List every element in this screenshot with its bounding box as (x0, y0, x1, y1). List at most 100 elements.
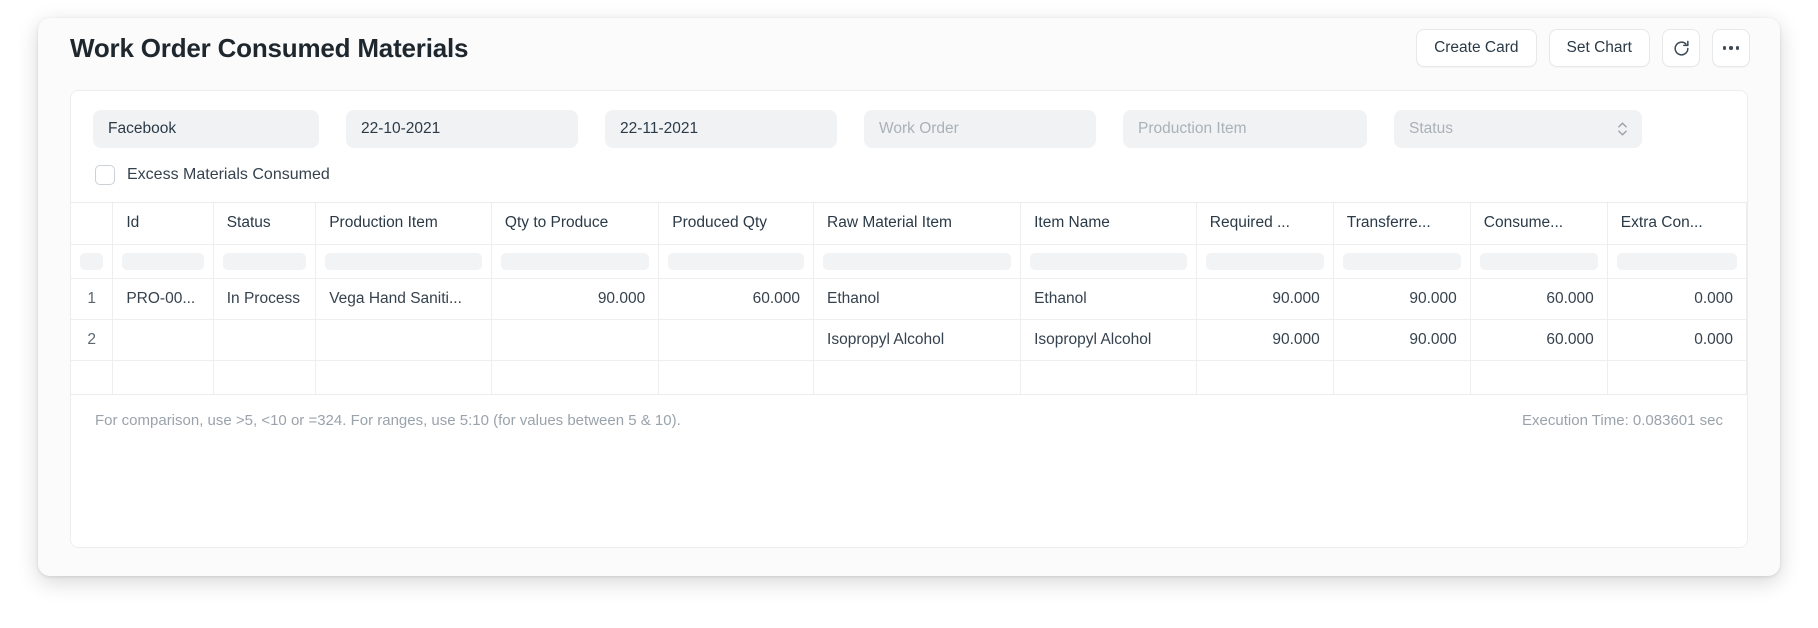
create-card-button[interactable]: Create Card (1416, 29, 1537, 67)
cell-raw-material-item[interactable]: Ethanol (813, 278, 1022, 320)
cell-id[interactable] (112, 319, 214, 361)
col-header-production-item[interactable]: Production Item (315, 203, 492, 245)
col-header-id[interactable]: Id (112, 203, 214, 245)
datatable: Id Status Production Item Qty to Produce… (71, 202, 1747, 394)
comparison-hint: For comparison, use >5, <10 or =324. For… (95, 412, 681, 429)
empty-cell (491, 360, 660, 394)
excess-materials-row: Excess Materials Consumed (71, 148, 1747, 202)
filter-cell-status (213, 244, 317, 279)
cell-item-name[interactable]: Isopropyl Alcohol (1020, 319, 1197, 361)
ellipsis-icon (1722, 46, 1740, 50)
filter-box-id[interactable] (122, 252, 204, 270)
filter-box-item-name[interactable] (1030, 252, 1187, 270)
cell-consumed-qty[interactable]: 60.000 (1470, 278, 1608, 320)
cell-required-qty[interactable]: 90.000 (1196, 278, 1334, 320)
refresh-button[interactable] (1662, 29, 1700, 67)
col-header-extra-consumed[interactable]: Extra Con... (1607, 203, 1747, 245)
filter-cell-id (112, 244, 214, 279)
empty-cell (1196, 360, 1334, 394)
col-header-item-name[interactable]: Item Name (1020, 203, 1197, 245)
cell-qty-to-produce[interactable]: 90.000 (491, 278, 660, 320)
filter-row: Facebook 22-10-2021 22-11-2021 Work Orde… (71, 91, 1747, 148)
row-index-header (71, 203, 114, 245)
table-body: 1 PRO-00... In Process Vega Hand Saniti.… (71, 244, 1747, 394)
filter-cell-raw-material-item (813, 244, 1022, 279)
col-header-produced-qty[interactable]: Produced Qty (658, 203, 815, 245)
filter-box-produced-qty[interactable] (668, 252, 805, 270)
cell-transferred-qty[interactable]: 90.000 (1333, 319, 1471, 361)
filter-cell-item-name (1020, 244, 1197, 279)
more-options-button[interactable] (1712, 29, 1750, 67)
cell-qty-to-produce[interactable] (491, 319, 660, 361)
col-header-status[interactable]: Status (213, 203, 317, 245)
table-row[interactable]: 2 Isopropyl Alcohol Isopropyl Alcohol 90… (71, 319, 1747, 361)
table-row[interactable]: 1 PRO-00... In Process Vega Hand Saniti.… (71, 278, 1747, 320)
production-item-filter[interactable]: Production Item (1123, 110, 1367, 148)
cell-required-qty[interactable]: 90.000 (1196, 319, 1334, 361)
cell-raw-material-item[interactable]: Isopropyl Alcohol (813, 319, 1022, 361)
empty-cell (813, 360, 1022, 394)
cell-consumed-qty[interactable]: 60.000 (1470, 319, 1608, 361)
filter-cell-consumed-qty (1470, 244, 1608, 279)
column-filter-row (71, 244, 1747, 279)
filter-box-consumed-qty[interactable] (1479, 252, 1598, 270)
cell-status[interactable]: In Process (213, 278, 317, 320)
report-panel: Facebook 22-10-2021 22-11-2021 Work Orde… (70, 90, 1748, 548)
empty-cell (71, 360, 114, 394)
filter-cell-index (71, 244, 114, 279)
filter-box-required-qty[interactable] (1205, 252, 1324, 270)
empty-cell (315, 360, 492, 394)
from-date-filter[interactable]: 22-10-2021 (346, 110, 578, 148)
panel-footer: For comparison, use >5, <10 or =324. For… (71, 394, 1747, 446)
col-header-qty-to-produce[interactable]: Qty to Produce (491, 203, 660, 245)
set-chart-button[interactable]: Set Chart (1548, 29, 1650, 67)
row-index: 2 (71, 319, 114, 361)
page-title: Work Order Consumed Materials (70, 32, 469, 63)
empty-cell (112, 360, 214, 394)
filter-box-qty-to-produce[interactable] (500, 252, 650, 270)
row-index: 1 (71, 278, 114, 320)
filter-cell-extra-consumed (1607, 244, 1747, 279)
table-head: Id Status Production Item Qty to Produce… (71, 203, 1747, 245)
cell-transferred-qty[interactable]: 90.000 (1333, 278, 1471, 320)
cell-extra-consumed[interactable]: 0.000 (1607, 319, 1747, 361)
col-header-transferred-qty[interactable]: Transferre... (1333, 203, 1471, 245)
cell-status[interactable] (213, 319, 317, 361)
filter-cell-qty-to-produce (491, 244, 660, 279)
cell-production-item[interactable]: Vega Hand Saniti... (315, 278, 492, 320)
work-order-filter[interactable]: Work Order (864, 110, 1096, 148)
card-header: Work Order Consumed Materials Create Car… (38, 18, 1780, 78)
cell-id[interactable]: PRO-00... (112, 278, 214, 320)
cell-item-name[interactable]: Ethanol (1020, 278, 1197, 320)
filter-box-raw-material-item[interactable] (823, 252, 1012, 270)
col-header-consumed-qty[interactable]: Consume... (1470, 203, 1608, 245)
filter-box-transferred-qty[interactable] (1342, 252, 1461, 270)
header-actions: Create Card Set Chart (1416, 29, 1750, 67)
empty-cell (658, 360, 815, 394)
filter-cell-required-qty (1196, 244, 1334, 279)
cell-extra-consumed[interactable]: 0.000 (1607, 278, 1747, 320)
filter-box-extra-consumed[interactable] (1616, 252, 1737, 270)
link-document-filter[interactable]: Facebook (93, 110, 319, 148)
excess-materials-checkbox[interactable] (95, 165, 115, 185)
empty-cell (1020, 360, 1197, 394)
refresh-icon (1672, 39, 1691, 58)
filter-box-index[interactable] (80, 252, 104, 270)
status-filter[interactable]: Status (1394, 110, 1642, 148)
col-header-raw-material-item[interactable]: Raw Material Item (813, 203, 1022, 245)
filter-cell-produced-qty (658, 244, 815, 279)
filter-box-production-item[interactable] (325, 252, 482, 270)
header-row: Id Status Production Item Qty to Produce… (71, 203, 1747, 245)
cell-produced-qty[interactable]: 60.000 (658, 278, 815, 320)
cell-produced-qty[interactable] (658, 319, 815, 361)
filter-cell-transferred-qty (1333, 244, 1471, 279)
screen: Work Order Consumed Materials Create Car… (0, 0, 1818, 628)
filter-box-status[interactable] (222, 252, 307, 270)
empty-cell (1470, 360, 1608, 394)
report-card: Work Order Consumed Materials Create Car… (38, 18, 1780, 576)
empty-cell (1607, 360, 1747, 394)
to-date-filter[interactable]: 22-11-2021 (605, 110, 837, 148)
col-header-required-qty[interactable]: Required ... (1196, 203, 1334, 245)
cell-production-item[interactable] (315, 319, 492, 361)
empty-cell (213, 360, 317, 394)
